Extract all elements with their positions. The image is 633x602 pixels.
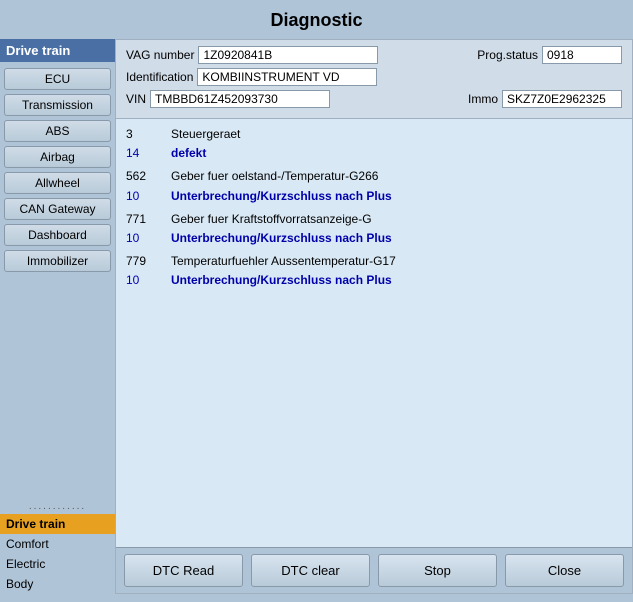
prog-value: 0918: [542, 46, 622, 64]
close-button[interactable]: Close: [505, 554, 624, 587]
immo-label: Immo: [468, 92, 498, 106]
dtc-entry-2: 771 Geber fuer Kraftstoffvorratsanzeige-…: [126, 210, 622, 248]
stop-button[interactable]: Stop: [378, 554, 497, 587]
dtc-subrow-0: 14 defekt: [126, 144, 622, 163]
dtc-code-0: 3: [126, 125, 161, 144]
vag-row: VAG number 1Z0920841B Prog.status 0918: [126, 46, 622, 64]
vag-label: VAG number: [126, 48, 194, 62]
page-title: Diagnostic: [0, 0, 633, 39]
sidebar-dots: ............: [0, 499, 115, 514]
dtc-entry-3: 779 Temperaturfuehler Aussentemperatur-G…: [126, 252, 622, 290]
dtc-subdesc-3: Unterbrechung/Kurzschluss nach Plus: [171, 271, 392, 290]
sidebar-item-abs[interactable]: ABS: [4, 120, 111, 142]
vag-value: 1Z0920841B: [198, 46, 378, 64]
id-row: Identification KOMBIINSTRUMENT VD: [126, 68, 622, 86]
prog-label: Prog.status: [477, 48, 538, 62]
dtc-read-button[interactable]: DTC Read: [124, 554, 243, 587]
sidebar: Drive train ECU Transmission ABS Airbag …: [0, 39, 115, 594]
dtc-row-main-0: 3 Steuergeraet: [126, 125, 622, 144]
sidebar-section-electric[interactable]: Electric: [0, 554, 115, 574]
dtc-subdesc-2: Unterbrechung/Kurzschluss nach Plus: [171, 229, 392, 248]
dtc-subdesc-0: defekt: [171, 144, 206, 163]
vin-row: VIN TMBBD61Z452093730 Immo SKZ7Z0E296232…: [126, 90, 622, 108]
sidebar-item-transmission[interactable]: Transmission: [4, 94, 111, 116]
dtc-row-main-3: 779 Temperaturfuehler Aussentemperatur-G…: [126, 252, 622, 271]
sidebar-item-ecu[interactable]: ECU: [4, 68, 111, 90]
id-label: Identification: [126, 70, 193, 84]
content-panel: VAG number 1Z0920841B Prog.status 0918 I…: [115, 39, 633, 594]
immo-value: SKZ7Z0E2962325: [502, 90, 622, 108]
dtc-entry-1: 562 Geber fuer oelstand-/Temperatur-G266…: [126, 167, 622, 205]
dtc-subcode-2: 10: [126, 229, 161, 248]
dtc-entry-0: 3 Steuergeraet 14 defekt: [126, 125, 622, 163]
sidebar-section-comfort[interactable]: Comfort: [0, 534, 115, 554]
sidebar-item-immobilizer[interactable]: Immobilizer: [4, 250, 111, 272]
dtc-code-3: 779: [126, 252, 161, 271]
dtc-subrow-3: 10 Unterbrechung/Kurzschluss nach Plus: [126, 271, 622, 290]
sidebar-item-dashboard[interactable]: Dashboard: [4, 224, 111, 246]
dtc-desc-0: Steuergeraet: [171, 125, 240, 144]
sidebar-section-drive-train[interactable]: Drive train: [0, 514, 115, 534]
dtc-row-main-2: 771 Geber fuer Kraftstoffvorratsanzeige-…: [126, 210, 622, 229]
dtc-row-main-1: 562 Geber fuer oelstand-/Temperatur-G266: [126, 167, 622, 186]
sidebar-item-can-gateway[interactable]: CAN Gateway: [4, 198, 111, 220]
vin-label: VIN: [126, 92, 146, 106]
dtc-list: 3 Steuergeraet 14 defekt 562 Geber fuer …: [116, 119, 632, 547]
sidebar-item-allwheel[interactable]: Allwheel: [4, 172, 111, 194]
dtc-code-2: 771: [126, 210, 161, 229]
sidebar-section-body[interactable]: Body: [0, 574, 115, 594]
dtc-clear-button[interactable]: DTC clear: [251, 554, 370, 587]
id-value: KOMBIINSTRUMENT VD: [197, 68, 377, 86]
dtc-subcode-1: 10: [126, 187, 161, 206]
dtc-subcode-3: 10: [126, 271, 161, 290]
dtc-code-1: 562: [126, 167, 161, 186]
sidebar-item-airbag[interactable]: Airbag: [4, 146, 111, 168]
vin-value: TMBBD61Z452093730: [150, 90, 330, 108]
dtc-desc-2: Geber fuer Kraftstoffvorratsanzeige-G: [171, 210, 372, 229]
dtc-subcode-0: 14: [126, 144, 161, 163]
info-section: VAG number 1Z0920841B Prog.status 0918 I…: [116, 40, 632, 119]
dtc-subrow-1: 10 Unterbrechung/Kurzschluss nach Plus: [126, 187, 622, 206]
sidebar-title: Drive train: [0, 39, 115, 62]
dtc-subdesc-1: Unterbrechung/Kurzschluss nach Plus: [171, 187, 392, 206]
dtc-subrow-2: 10 Unterbrechung/Kurzschluss nach Plus: [126, 229, 622, 248]
bottom-bar: DTC Read DTC clear Stop Close: [116, 547, 632, 593]
dtc-desc-1: Geber fuer oelstand-/Temperatur-G266: [171, 167, 378, 186]
dtc-desc-3: Temperaturfuehler Aussentemperatur-G17: [171, 252, 396, 271]
